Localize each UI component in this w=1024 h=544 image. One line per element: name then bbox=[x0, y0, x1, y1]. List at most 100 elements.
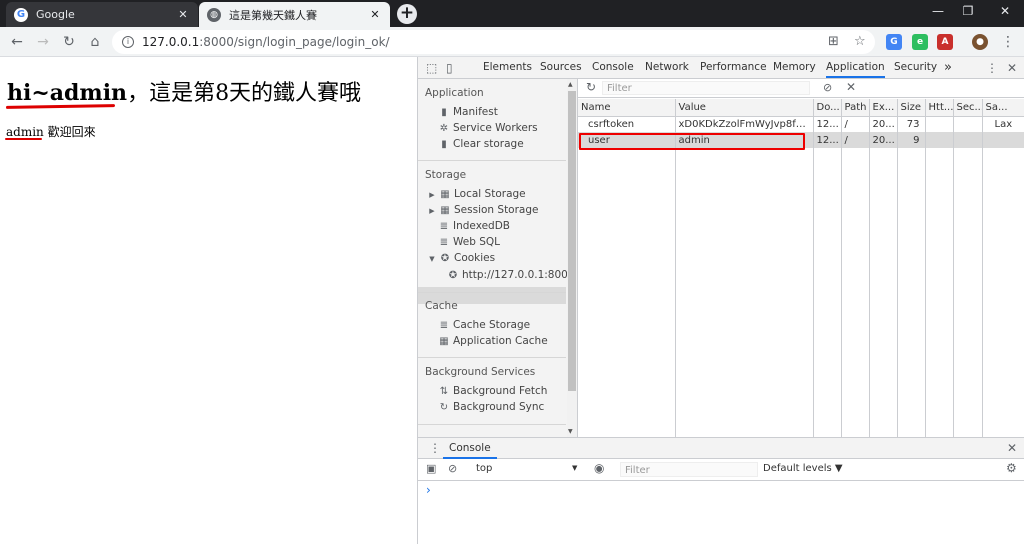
globe-icon: ◍ bbox=[207, 7, 221, 22]
reload-icon[interactable]: ↻ bbox=[60, 33, 78, 51]
sidebar-item-cookie-origin[interactable]: ✪ http://127.0.0.1:8000 bbox=[447, 269, 575, 281]
translate-icon[interactable]: ⊞ bbox=[828, 30, 839, 54]
drawer-close-icon[interactable]: ✕ bbox=[1007, 441, 1017, 455]
context-selector[interactable]: top bbox=[476, 463, 492, 474]
address-bar[interactable]: i 127.0.0.1:8000/sign/login_page/login_o… bbox=[112, 30, 875, 54]
sidebar-item-manifest[interactable]: ▮ Manifest bbox=[438, 106, 498, 118]
devtools-panel: ⬚ ▯ Elements Sources Console Network Per… bbox=[417, 57, 1024, 544]
sidebar-item-cookies[interactable]: ▼ ✪ Cookies bbox=[428, 252, 495, 264]
drawer-menu-icon[interactable]: ⋮ bbox=[429, 441, 441, 455]
more-tabs-icon[interactable]: » bbox=[944, 57, 952, 78]
tab-console[interactable]: Console bbox=[592, 57, 634, 78]
console-prompt[interactable]: › bbox=[426, 483, 431, 497]
pdf-extension-icon[interactable]: A bbox=[937, 34, 953, 50]
sidebar-item-session-storage[interactable]: ▶ ▦ Session Storage bbox=[428, 204, 538, 216]
scroll-up-icon[interactable]: ▲ bbox=[568, 81, 573, 88]
column-header[interactable]: Value bbox=[675, 99, 814, 117]
window-close-icon[interactable]: ✕ bbox=[995, 4, 1015, 18]
tab-performance[interactable]: Performance bbox=[700, 57, 767, 78]
grid-icon: ▦ bbox=[440, 205, 450, 216]
bookmark-star-icon[interactable]: ☆ bbox=[854, 30, 866, 54]
cookie-size: 73 bbox=[897, 116, 926, 132]
column-header[interactable]: Htt... bbox=[925, 99, 954, 117]
show-sidebar-icon[interactable]: ▣ bbox=[426, 462, 436, 475]
chevron-down-icon[interactable]: ▼ bbox=[572, 464, 577, 472]
restore-icon[interactable]: ❐ bbox=[958, 4, 978, 18]
minimize-icon[interactable]: — bbox=[928, 4, 948, 18]
evernote-extension-icon[interactable]: e bbox=[912, 34, 928, 50]
log-levels-dropdown[interactable]: Default levels ▼ bbox=[763, 463, 843, 474]
device-toolbar-icon[interactable]: ▯ bbox=[446, 60, 453, 76]
cookie-domain: 12... bbox=[813, 116, 842, 132]
tab-elements[interactable]: Elements bbox=[483, 57, 532, 78]
tab-sources[interactable]: Sources bbox=[540, 57, 582, 78]
column-header[interactable]: Ex... bbox=[869, 99, 898, 117]
sidebar-item-indexeddb[interactable]: ≣ IndexedDB bbox=[438, 220, 510, 232]
inspect-icon[interactable]: ⬚ bbox=[426, 60, 437, 76]
column-header[interactable]: Path bbox=[841, 99, 870, 117]
cookie-expires: 20... bbox=[869, 116, 898, 132]
sidebar-item-web-sql[interactable]: ≣ Web SQL bbox=[438, 236, 500, 248]
cookie-path: / bbox=[841, 132, 870, 148]
info-icon[interactable]: i bbox=[122, 36, 134, 48]
table-row[interactable]: csrftoken xD0KDkZzolFmWyJvp8fGn2v... 12.… bbox=[578, 116, 1024, 132]
tab-security[interactable]: Security bbox=[894, 57, 937, 78]
sidebar-scrollbar[interactable]: ▲ ▼ bbox=[567, 79, 577, 437]
tab-title: 這是第幾天鐵人賽 bbox=[229, 8, 317, 22]
devtools-close-icon[interactable]: ✕ bbox=[1007, 60, 1017, 76]
clear-all-icon[interactable]: ⊘ bbox=[823, 81, 832, 94]
cookies-panel: ↻ Filter ⊘ ✕ Name Value Do... Path Ex...… bbox=[578, 79, 1024, 437]
tab-google[interactable]: G Google ✕ bbox=[6, 2, 198, 27]
sidebar-item-background-sync[interactable]: ↻ Background Sync bbox=[438, 401, 545, 413]
eye-icon[interactable]: ◉ bbox=[594, 461, 604, 475]
sidebar-item-background-fetch[interactable]: ⇅ Background Fetch bbox=[438, 385, 548, 397]
tab-network[interactable]: Network bbox=[645, 57, 689, 78]
drawer-tab-console[interactable]: Console bbox=[443, 438, 497, 459]
column-header[interactable]: Name bbox=[578, 99, 676, 117]
database-icon: ≣ bbox=[439, 237, 449, 248]
scrollbar-thumb[interactable] bbox=[568, 91, 576, 391]
cookie-secure bbox=[953, 132, 983, 148]
clear-console-icon[interactable]: ⊘ bbox=[448, 462, 457, 475]
collapse-arrow-icon[interactable]: ▼ bbox=[428, 255, 436, 263]
column-divider bbox=[953, 99, 954, 437]
scroll-down-icon[interactable]: ▼ bbox=[568, 428, 573, 435]
expand-arrow-icon[interactable]: ▶ bbox=[428, 207, 436, 215]
tab-application[interactable]: Application bbox=[826, 57, 885, 78]
translate-extension-icon[interactable]: G bbox=[886, 34, 902, 50]
column-divider bbox=[982, 99, 983, 437]
refresh-icon[interactable]: ↻ bbox=[586, 80, 596, 94]
sidebar-item-cache-storage[interactable]: ≣ Cache Storage bbox=[438, 319, 530, 331]
delete-selected-icon[interactable]: ✕ bbox=[846, 80, 856, 94]
close-icon[interactable]: ✕ bbox=[176, 8, 190, 21]
home-icon[interactable]: ⌂ bbox=[86, 33, 104, 51]
console-filter-input[interactable]: Filter bbox=[620, 462, 758, 477]
sidebar-header-cache: Cache bbox=[425, 300, 458, 312]
tab-strip: G Google ✕ ◍ 這是第幾天鐵人賽 ✕ + — ❐ ✕ bbox=[0, 0, 1024, 27]
avatar[interactable]: ● bbox=[972, 34, 988, 50]
close-icon[interactable]: ✕ bbox=[368, 8, 382, 21]
column-header[interactable]: Sec... bbox=[953, 99, 983, 117]
file-icon: ▮ bbox=[441, 107, 447, 118]
sidebar-item-local-storage[interactable]: ▶ ▦ Local Storage bbox=[428, 188, 525, 200]
sidebar-item-application-cache[interactable]: ▦ Application Cache bbox=[438, 335, 547, 347]
column-header[interactable]: Size bbox=[897, 99, 926, 117]
column-header[interactable]: Sa... bbox=[982, 99, 1024, 117]
tab-ironman[interactable]: ◍ 這是第幾天鐵人賽 ✕ bbox=[199, 2, 390, 27]
devtools-tab-bar: ⬚ ▯ Elements Sources Console Network Per… bbox=[418, 57, 1024, 79]
column-header[interactable]: Do... bbox=[813, 99, 842, 117]
expand-arrow-icon[interactable]: ▶ bbox=[428, 191, 436, 199]
console-settings-gear-icon[interactable]: ⚙ bbox=[1006, 461, 1017, 475]
console-output[interactable]: › bbox=[418, 481, 1024, 544]
page-content: hi~admin，這是第8天的鐵人賽哦 admin 歡迎回來 bbox=[0, 57, 417, 544]
column-divider bbox=[869, 99, 870, 437]
back-icon[interactable]: ← bbox=[8, 33, 26, 51]
new-tab-button[interactable]: + bbox=[397, 4, 417, 24]
sidebar-item-clear-storage[interactable]: ▮ Clear storage bbox=[438, 138, 523, 150]
forward-icon[interactable]: → bbox=[34, 33, 52, 51]
devtools-menu-icon[interactable]: ⋮ bbox=[986, 60, 998, 76]
menu-kebab-icon[interactable]: ⋮ bbox=[999, 33, 1017, 51]
tab-memory[interactable]: Memory bbox=[773, 57, 816, 78]
cookie-filter-input[interactable]: Filter bbox=[602, 81, 810, 95]
sidebar-item-service-workers[interactable]: ✲ Service Workers bbox=[438, 122, 538, 134]
